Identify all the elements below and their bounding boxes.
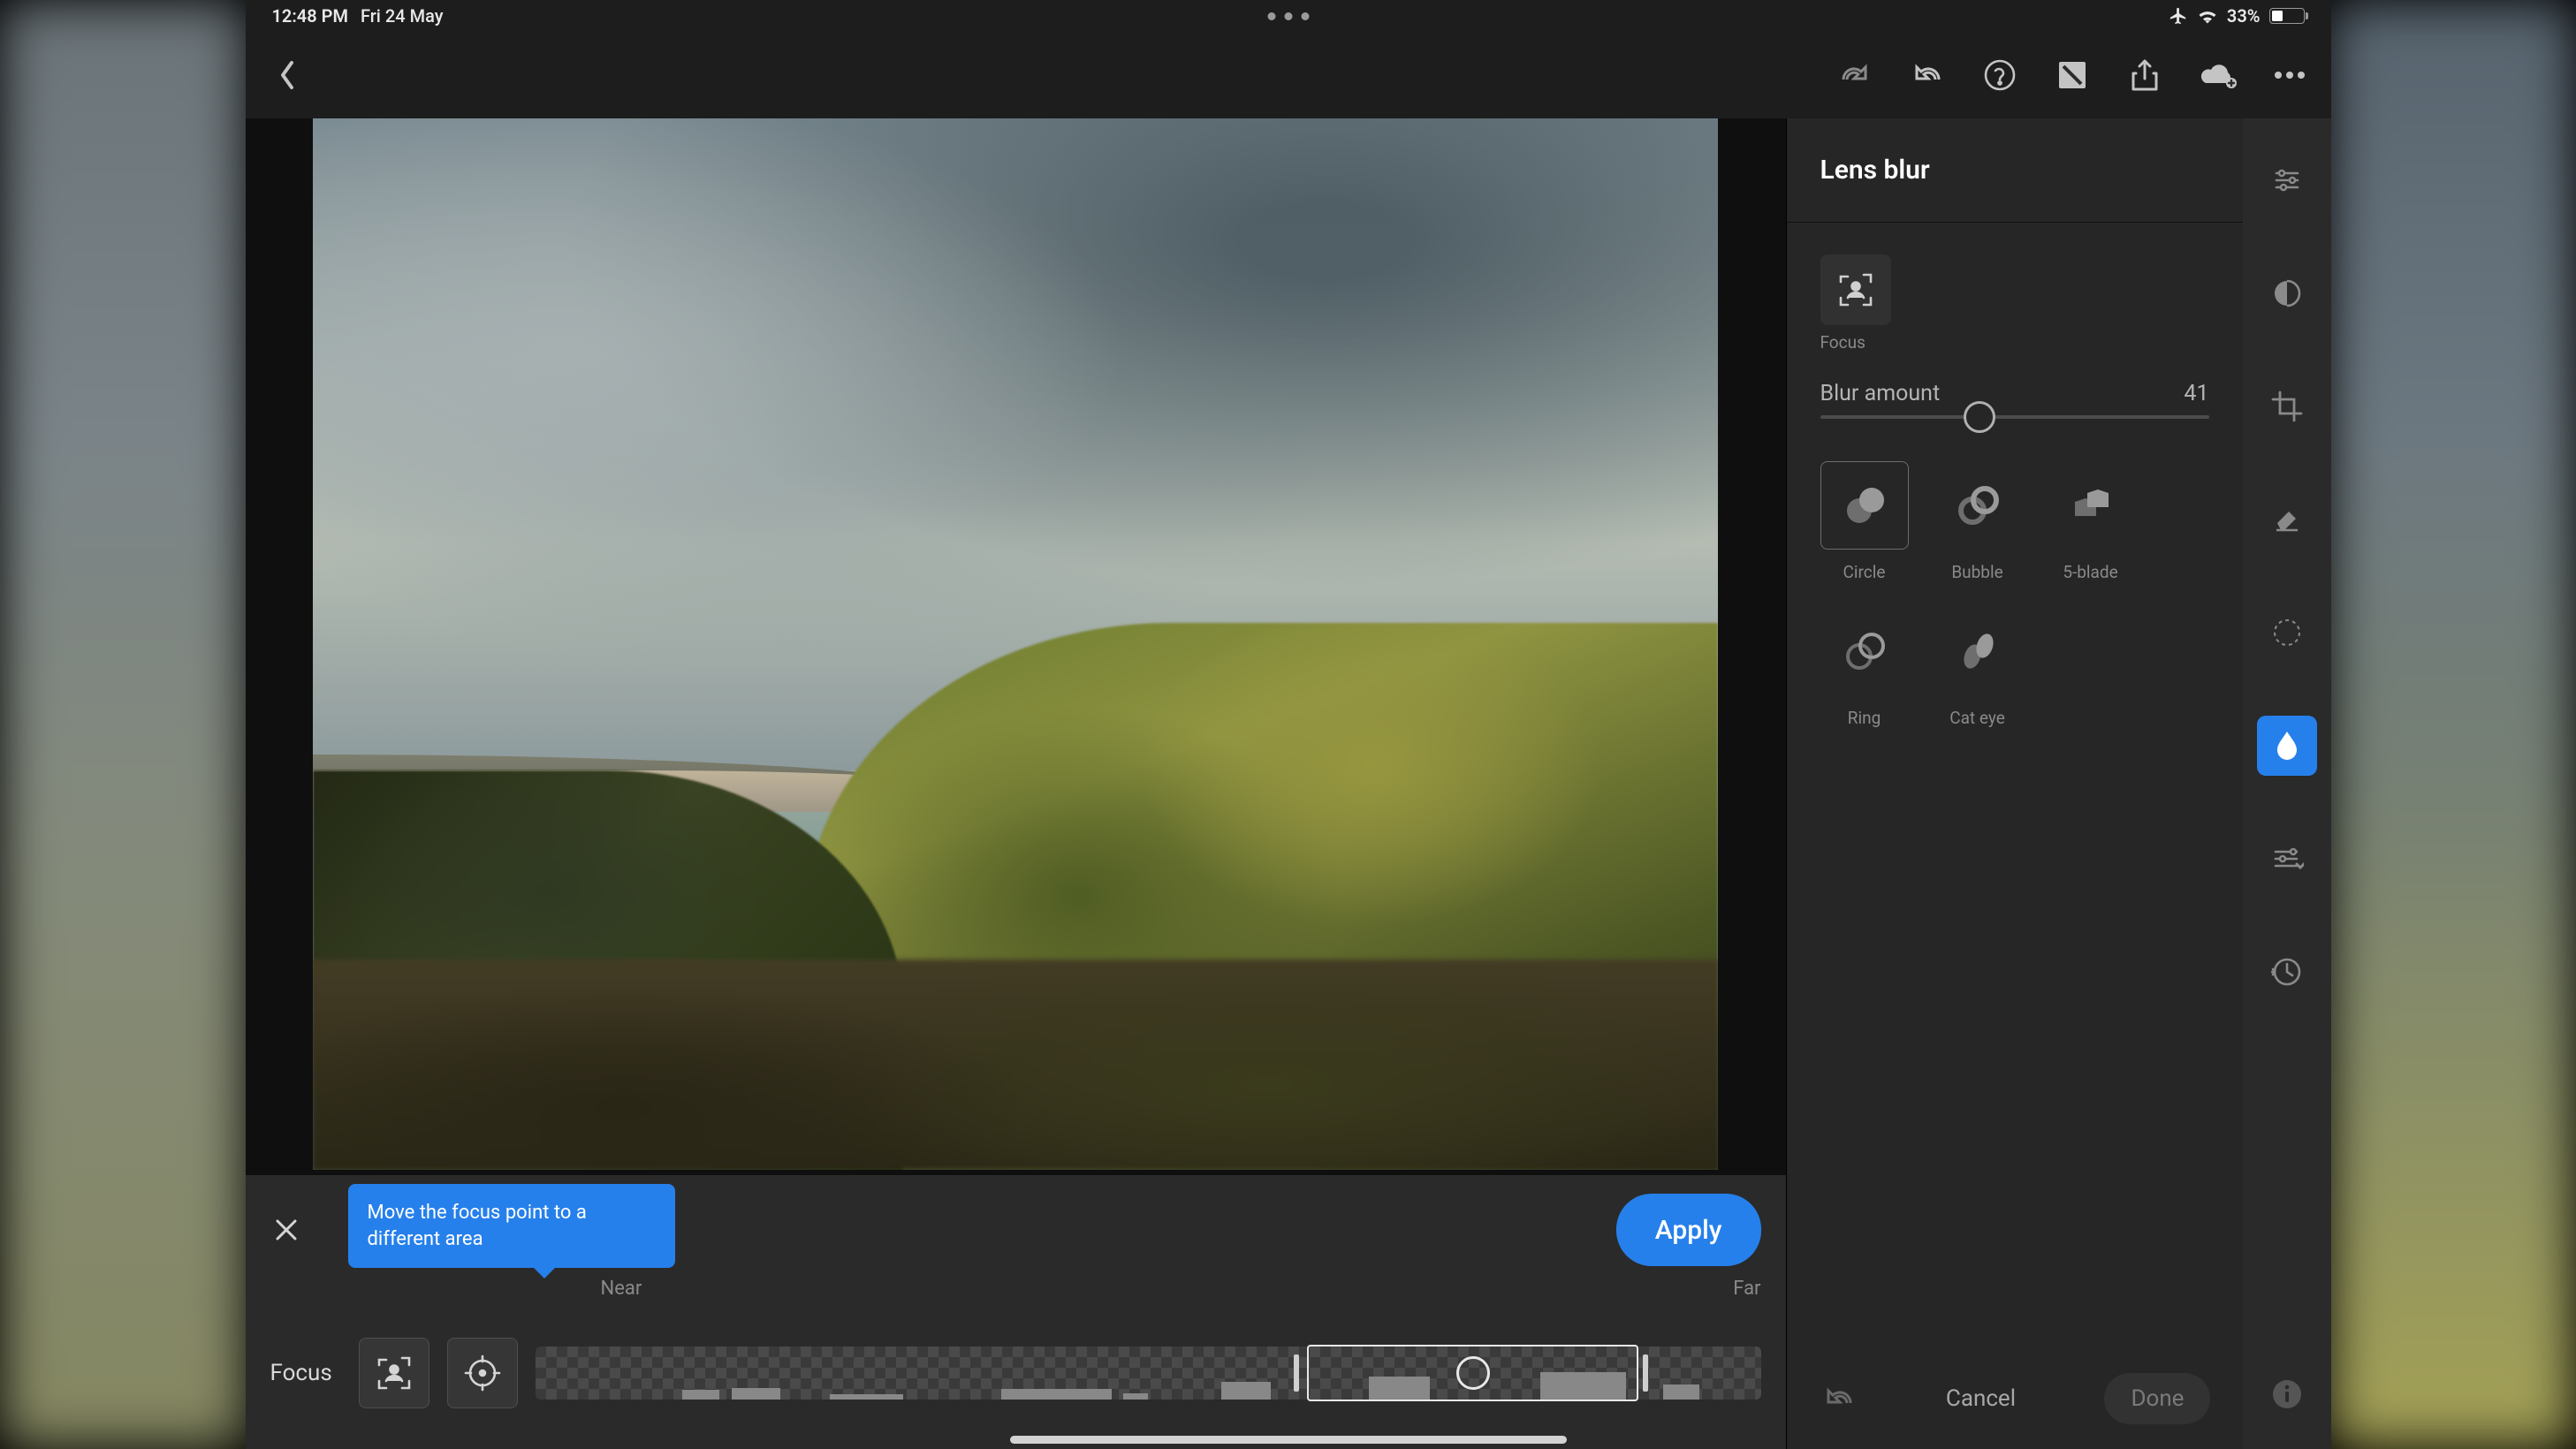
shape-ring-label: Ring [1848,708,1881,728]
rail-presets[interactable] [2257,829,2317,889]
close-hint-button[interactable] [269,1212,304,1248]
more-button[interactable] [2273,58,2306,92]
panel-title: Lens blur [1787,118,2243,223]
near-label: Near [601,1278,642,1300]
airplane-mode-icon [2169,6,2188,26]
shape-circle[interactable] [1820,461,1909,550]
focus-subject-button[interactable] [359,1338,429,1408]
help-button[interactable] [1983,58,2017,92]
rail-info[interactable] [2257,1364,2317,1424]
status-time: 12:48 PM [272,5,348,27]
battery-icon [2269,8,2305,24]
depth-handle-far[interactable] [1638,1347,1653,1400]
cloud-button[interactable] [2200,58,2234,92]
compare-button[interactable] [2055,58,2089,92]
focus-tool-button[interactable] [1820,254,1891,325]
shape-cateye-label: Cat eye [1949,708,2005,728]
shape-bubble[interactable] [1934,461,2022,550]
focus-hint-tooltip: Move the focus point to a different area [348,1184,675,1268]
focus-point-button[interactable] [447,1338,518,1408]
blur-amount-label: Blur amount [1820,381,1941,406]
right-rail [2243,118,2331,1449]
redo-button[interactable] [1838,58,1872,92]
home-indicator[interactable] [1010,1436,1567,1444]
shape-5blade[interactable] [2047,461,2135,550]
share-button[interactable] [2128,58,2162,92]
app-toolbar [246,32,2331,118]
photo-canvas[interactable] [313,118,1718,1170]
shape-bubble-label: Bubble [1951,562,2002,582]
blur-amount-slider[interactable] [1820,415,2209,419]
rail-mask[interactable] [2257,603,2317,663]
rail-healing[interactable] [2257,263,2317,323]
shape-cateye[interactable] [1934,607,2022,695]
battery-pct: 33% [2227,5,2261,27]
depth-range-slider[interactable] [536,1347,1761,1400]
depth-range-box[interactable] [1307,1345,1638,1401]
rail-crop[interactable] [2257,376,2317,436]
blur-amount-value: 41 [2184,381,2208,406]
done-button[interactable]: Done [2104,1373,2210,1424]
rail-erase[interactable] [2257,489,2317,550]
shape-5blade-label: 5-blade [2063,562,2117,582]
rail-versions[interactable] [2257,942,2317,1002]
cancel-button[interactable]: Cancel [1946,1385,2016,1412]
far-label: Far [1733,1278,1760,1300]
rail-lens-blur[interactable] [2257,716,2317,776]
shape-circle-label: Circle [1843,562,1886,582]
status-date: Fri 24 May [361,5,444,27]
shape-ring[interactable] [1820,607,1909,695]
blur-slider-thumb[interactable] [1964,401,1995,433]
apply-button[interactable]: Apply [1616,1194,1761,1266]
undo-button[interactable] [1911,58,1944,92]
focus-label: Focus [270,1360,332,1386]
wifi-icon [2197,7,2218,25]
status-bar: 12:48 PM Fri 24 May 33% [246,0,2331,32]
multitask-dots[interactable] [1267,12,1309,20]
revert-button[interactable] [1819,1379,1858,1418]
bokeh-shape-grid: Circle Bubble 5-blade Ring [1820,461,2209,728]
depth-handle-near[interactable] [1289,1347,1303,1400]
back-button[interactable] [270,58,304,92]
rail-adjust[interactable] [2257,150,2317,210]
focus-caption: Focus [1820,332,2209,353]
